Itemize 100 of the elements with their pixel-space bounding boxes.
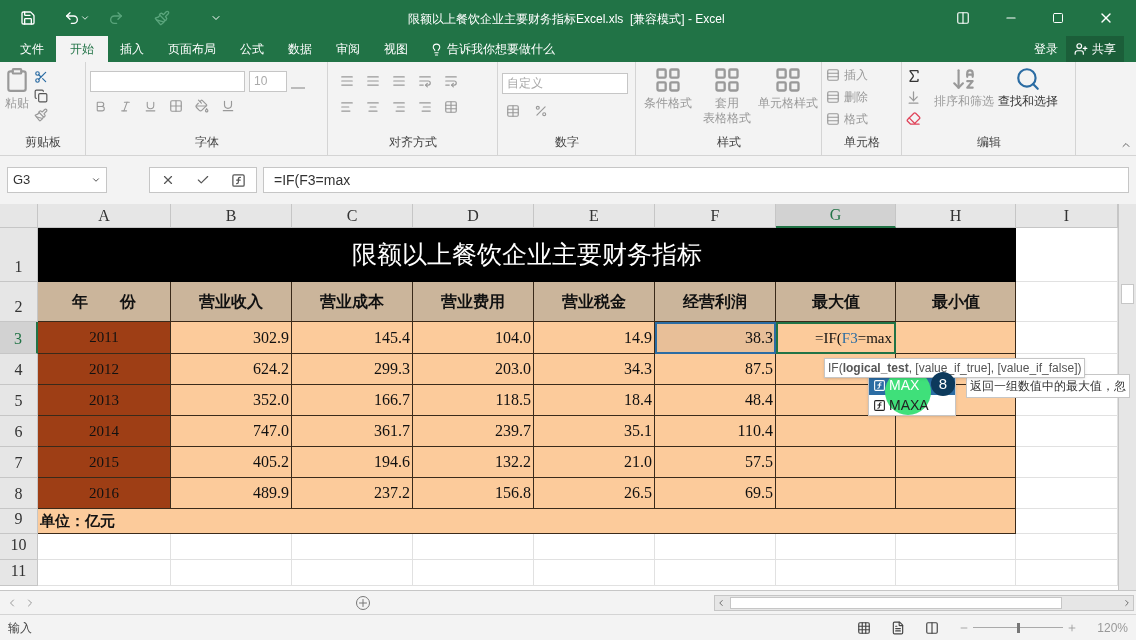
table-cell: 624.2 <box>171 354 292 385</box>
group-label: 剪贴板 <box>23 134 62 151</box>
select-all-corner[interactable] <box>0 204 38 228</box>
orientation-icon[interactable] <box>418 74 432 88</box>
menu-tab[interactable]: 数据 <box>276 36 324 62</box>
underline-icon[interactable] <box>144 99 157 113</box>
window-title: 限额以上餐饮企业主要财务指标Excel.xls [兼容模式] - Excel <box>408 11 725 28</box>
font-name-field[interactable] <box>90 71 245 92</box>
find-select-button[interactable]: 查找和选择 <box>998 66 1058 110</box>
insert-function-icon[interactable] <box>230 172 246 188</box>
scroll-right-icon[interactable] <box>1122 597 1132 608</box>
indent-icon[interactable] <box>418 100 432 114</box>
table-cell: 21.0 <box>534 447 655 478</box>
format-painter-icon[interactable] <box>34 108 48 122</box>
menu-tab[interactable]: 视图 <box>372 36 420 62</box>
align-center-icon[interactable] <box>366 100 380 114</box>
menu-tab[interactable]: 审阅 <box>324 36 372 62</box>
eraser-icon[interactable] <box>906 111 921 126</box>
menu-tab[interactable]: 开始 <box>56 36 108 62</box>
table-cell: 57.5 <box>655 447 776 478</box>
fill-color-icon[interactable] <box>195 99 209 113</box>
normal-view-icon[interactable] <box>857 620 872 635</box>
row-header[interactable]: 5 <box>0 385 38 416</box>
tell-me-field[interactable]: 告诉我你想要做什么 <box>447 40 555 58</box>
ribbon-display-icon[interactable] <box>956 11 970 25</box>
menu-tab[interactable]: 页面布局 <box>156 36 228 62</box>
formula-field[interactable]: =IF(F3=max <box>263 167 1129 193</box>
table-cell: 747.0 <box>171 416 292 447</box>
scroll-left-icon[interactable] <box>716 597 726 608</box>
column-header[interactable]: A <box>38 204 171 228</box>
borders-icon[interactable] <box>169 99 183 113</box>
table-cell: 118.5 <box>413 385 534 416</box>
horizontal-scrollbar[interactable] <box>714 594 1134 611</box>
column-header[interactable]: C <box>292 204 413 228</box>
caret-icon[interactable] <box>80 13 90 23</box>
italic-icon[interactable] <box>119 99 132 113</box>
column-header[interactable]: E <box>534 204 655 228</box>
undo-icon[interactable] <box>64 10 80 26</box>
share-button[interactable]: 共享 <box>1066 36 1124 62</box>
header-cell: 经营利润 <box>655 282 776 322</box>
table-cell: 26.5 <box>534 478 655 509</box>
row-header[interactable]: 6 <box>0 416 38 447</box>
table-cell: 35.1 <box>534 416 655 447</box>
row-header[interactable]: 3 <box>0 322 38 354</box>
row-header[interactable]: 1 <box>0 228 38 282</box>
name-box[interactable]: G3 <box>7 167 107 193</box>
enter-icon[interactable] <box>195 173 210 187</box>
zoom-slider[interactable] <box>973 622 1064 633</box>
align-top-icon[interactable] <box>340 74 354 88</box>
editing-cell[interactable]: =IF(F3=max <box>776 322 896 354</box>
table-cell: 299.3 <box>292 354 413 385</box>
align-bottom-icon[interactable] <box>392 74 406 88</box>
copy-icon[interactable] <box>34 89 48 103</box>
row-header[interactable]: 4 <box>0 354 38 385</box>
menu-tab[interactable]: 插入 <box>108 36 156 62</box>
autocomplete-item[interactable]: MAXA <box>869 395 955 415</box>
status-text: 输入 <box>8 619 32 637</box>
row-header[interactable]: 2 <box>0 282 38 322</box>
row-header[interactable]: 11 <box>0 560 38 586</box>
fill-icon[interactable] <box>906 90 921 105</box>
row-header[interactable]: 9 <box>0 509 38 534</box>
column-header[interactable]: G <box>776 204 896 228</box>
table-cell: 87.5 <box>655 354 776 385</box>
menu-tab[interactable]: 文件 <box>8 36 56 62</box>
scroll-thumb[interactable] <box>730 596 1062 609</box>
row-header[interactable]: 7 <box>0 447 38 478</box>
year-cell: 2014 <box>38 416 171 447</box>
align-left-icon[interactable] <box>340 100 354 114</box>
save-icon[interactable] <box>20 10 36 26</box>
column-header[interactable]: B <box>171 204 292 228</box>
brush-icon[interactable] <box>154 10 170 26</box>
column-header[interactable]: D <box>413 204 534 228</box>
zoom-in-icon[interactable] <box>1067 622 1078 633</box>
table-cell: 132.2 <box>413 447 534 478</box>
add-user-icon <box>1074 42 1088 56</box>
group-label: 数字 <box>553 134 580 151</box>
page-break-icon[interactable] <box>925 620 940 635</box>
align-right-icon[interactable] <box>392 100 406 114</box>
align-middle-icon[interactable] <box>366 74 380 88</box>
wrap-text-icon[interactable] <box>444 74 458 88</box>
sum-icon[interactable] <box>906 68 922 84</box>
table-cell: 38.3 <box>655 322 776 354</box>
sheet-title: 限额以上餐饮企业主要财务指标 <box>38 228 1016 282</box>
merge-icon[interactable] <box>444 100 458 114</box>
header-cell: 年 份 <box>38 282 171 322</box>
font-color-icon[interactable] <box>221 99 235 113</box>
column-header[interactable]: H <box>896 204 1016 228</box>
redo-icon[interactable] <box>108 10 124 26</box>
maximize-icon[interactable] <box>1052 12 1064 24</box>
cut-icon[interactable] <box>34 70 48 84</box>
percent-icon[interactable] <box>534 104 548 118</box>
page-layout-icon[interactable] <box>891 620 906 635</box>
column-header[interactable]: I <box>1016 204 1118 228</box>
row-header[interactable]: 10 <box>0 534 38 560</box>
bold-icon[interactable] <box>94 99 107 113</box>
menu-tab[interactable]: 公式 <box>228 36 276 62</box>
table-cell: 166.7 <box>292 385 413 416</box>
column-header[interactable]: F <box>655 204 776 228</box>
sign-in-link[interactable]: 登录 <box>1026 36 1066 62</box>
row-header[interactable]: 8 <box>0 478 38 509</box>
